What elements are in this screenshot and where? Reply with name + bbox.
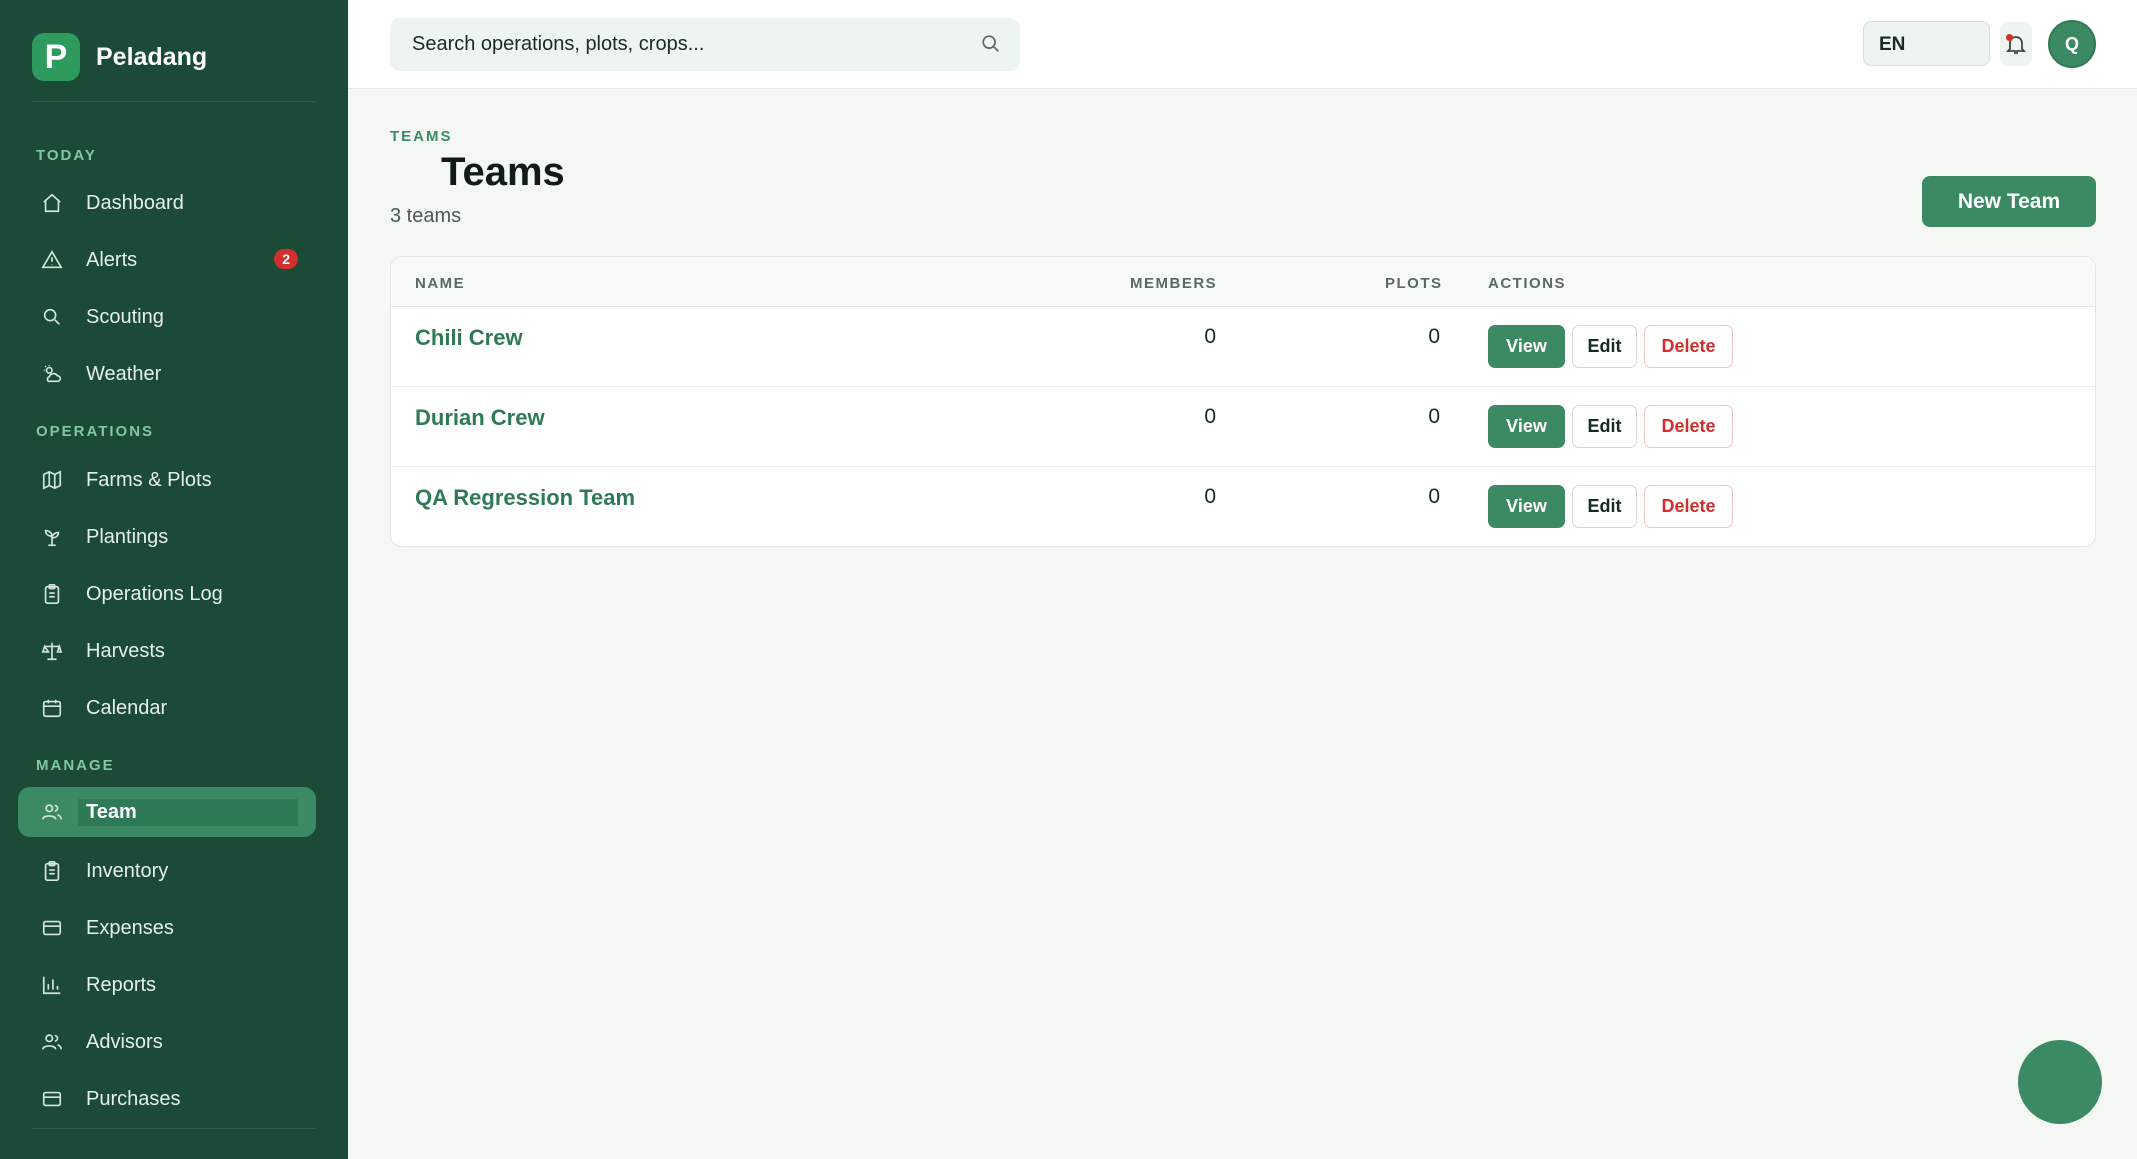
notification-dot — [2006, 34, 2013, 41]
divider — [32, 101, 316, 102]
column-header-name[interactable]: NAME — [415, 275, 465, 292]
members-count: 0 — [1204, 485, 1216, 508]
team-name-link[interactable]: Durian Crew — [415, 405, 545, 431]
card-icon — [40, 916, 64, 940]
sidebar-item-calendar[interactable]: Calendar — [18, 683, 316, 733]
sidebar-item-label: Plantings — [86, 525, 169, 548]
plots-count: 0 — [1428, 485, 1440, 508]
sidebar-item-farms-plots[interactable]: Farms & Plots — [18, 455, 316, 505]
delete-button[interactable]: Delete — [1644, 405, 1733, 448]
sidebar-item-label: Farms & Plots — [86, 468, 212, 491]
edit-button[interactable]: Edit — [1572, 325, 1637, 368]
brand-logo: P — [32, 33, 80, 81]
edit-button[interactable]: Edit — [1572, 485, 1637, 528]
sidebar-item-label: Calendar — [86, 696, 168, 719]
sidebar-item-operations-log[interactable]: Operations Log — [18, 569, 316, 619]
users-icon — [40, 1030, 64, 1054]
sidebar-item-label: Inventory — [86, 859, 169, 882]
sidebar-item-scouting[interactable]: Scouting — [18, 292, 316, 342]
table-row: QA Regression Team 0 0 View Edit Delete — [391, 467, 2095, 546]
column-header-members[interactable]: MEMBERS — [1130, 275, 1217, 292]
column-header-actions: ACTIONS — [1488, 275, 1566, 292]
floating-action-button[interactable] — [2018, 1040, 2102, 1124]
sidebar-item-label: Weather — [86, 362, 162, 385]
table-row: Durian Crew 0 0 View Edit Delete — [391, 387, 2095, 467]
calendar-icon — [40, 696, 64, 720]
table-row: Chili Crew 0 0 View Edit Delete — [391, 307, 2095, 387]
sidebar-item-label: Team — [78, 798, 298, 826]
divider — [32, 1128, 316, 1129]
page-title: Teams — [441, 150, 565, 194]
sidebar-item-label: Reports — [86, 973, 157, 996]
sidebar-item-label: Harvests — [86, 639, 165, 662]
sidebar-item-reports[interactable]: Reports — [18, 960, 316, 1010]
teams-table: NAME MEMBERS PLOTS ACTIONS Chili Crew 0 … — [390, 256, 2096, 547]
clipboard-icon — [40, 582, 64, 606]
sidebar-item-inventory[interactable]: Inventory — [18, 846, 316, 896]
plots-count: 0 — [1428, 325, 1440, 348]
map-icon — [40, 468, 64, 492]
delete-button[interactable]: Delete — [1644, 325, 1733, 368]
sidebar: P Peladang TODAY Dashboard Alerts 2 Scou… — [0, 0, 348, 1159]
search-input[interactable] — [390, 18, 1020, 71]
alerts-count-badge: 2 — [274, 249, 298, 269]
sidebar-item-label: Advisors — [86, 1030, 163, 1053]
plots-count: 0 — [1428, 405, 1440, 428]
sidebar-item-purchases[interactable]: Purchases — [18, 1074, 316, 1124]
sidebar-item-dashboard[interactable]: Dashboard — [18, 178, 316, 228]
search-icon[interactable] — [980, 33, 1002, 55]
team-name-link[interactable]: Chili Crew — [415, 325, 523, 351]
sidebar-item-label: Purchases — [86, 1087, 181, 1110]
new-team-button[interactable]: New Team — [1922, 176, 2096, 227]
team-count: 3 teams — [390, 205, 462, 227]
search-box — [390, 18, 1020, 71]
sidebar-item-label: Scouting — [86, 305, 164, 328]
view-button[interactable]: View — [1488, 325, 1565, 368]
section-label-manage: MANAGE — [36, 757, 115, 774]
weather-icon — [40, 362, 64, 386]
bar-chart-icon — [40, 973, 64, 997]
breadcrumb: TEAMS — [390, 128, 453, 145]
table-header: NAME MEMBERS PLOTS ACTIONS — [391, 257, 2095, 307]
team-name-link[interactable]: QA Regression Team — [415, 485, 635, 511]
sidebar-item-advisors[interactable]: Advisors — [18, 1017, 316, 1067]
delete-button[interactable]: Delete — [1644, 485, 1733, 528]
members-count: 0 — [1204, 325, 1216, 348]
home-icon — [40, 191, 64, 215]
sidebar-item-label: Dashboard — [86, 191, 184, 214]
sidebar-item-weather[interactable]: Weather — [18, 349, 316, 399]
card-icon — [40, 1087, 64, 1111]
language-select[interactable]: EN — [1863, 21, 1990, 66]
sidebar-item-team[interactable]: Team — [18, 787, 316, 837]
sidebar-item-label: Operations Log — [86, 582, 223, 605]
users-icon — [40, 800, 64, 824]
sidebar-item-label: Alerts — [86, 248, 138, 271]
sidebar-item-label: Expenses — [86, 916, 174, 939]
brand-name: Peladang — [96, 42, 208, 71]
sidebar-item-expenses[interactable]: Expenses — [18, 903, 316, 953]
edit-button[interactable]: Edit — [1572, 405, 1637, 448]
search-icon — [40, 305, 64, 329]
brand[interactable]: P Peladang — [32, 33, 207, 81]
clipboard-icon — [40, 859, 64, 883]
column-header-plots[interactable]: PLOTS — [1385, 275, 1443, 292]
sprout-icon — [40, 525, 64, 549]
notifications-button[interactable] — [2000, 22, 2032, 66]
scale-icon — [40, 639, 64, 663]
sidebar-item-alerts[interactable]: Alerts 2 — [18, 235, 316, 285]
sidebar-item-harvests[interactable]: Harvests — [18, 626, 316, 676]
user-avatar[interactable]: Q — [2048, 20, 2096, 68]
warning-icon — [40, 248, 64, 272]
view-button[interactable]: View — [1488, 405, 1565, 448]
top-bar: EN Q — [348, 0, 2137, 89]
section-label-operations: OPERATIONS — [36, 423, 155, 440]
view-button[interactable]: View — [1488, 485, 1565, 528]
members-count: 0 — [1204, 405, 1216, 428]
section-label-today: TODAY — [36, 147, 97, 164]
sidebar-item-plantings[interactable]: Plantings — [18, 512, 316, 562]
